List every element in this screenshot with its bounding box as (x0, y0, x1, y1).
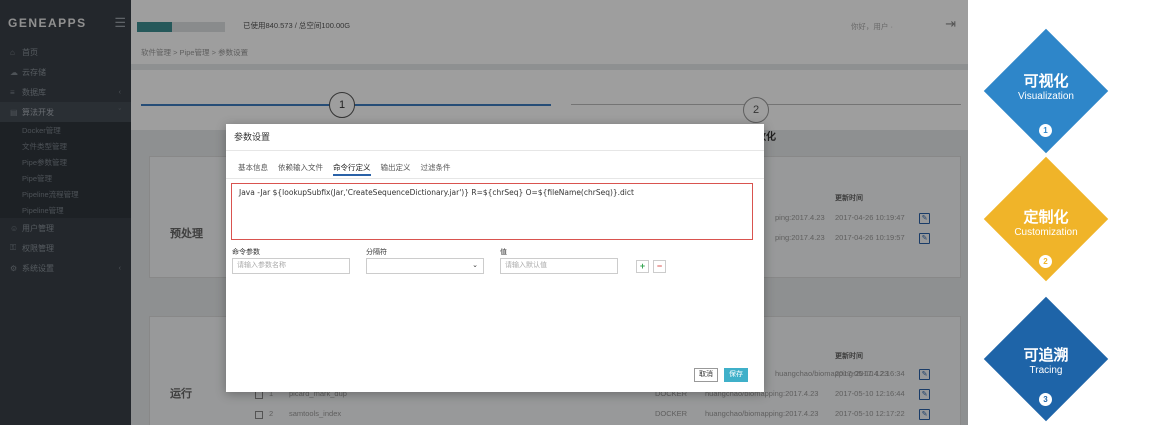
divider (226, 178, 764, 179)
feature-title: 定制化 (1023, 208, 1069, 226)
feature-customization: 定制化 Customization (986, 206, 1106, 238)
param-name-label: 命令参数 (232, 249, 260, 256)
divider (226, 150, 764, 151)
feature-number: 2 (1039, 255, 1052, 268)
tab-basic-info[interactable]: 基本信息 (238, 162, 268, 176)
remove-param-button[interactable]: − (653, 260, 666, 273)
feature-title: 可视化 (1023, 72, 1069, 90)
add-param-button[interactable]: + (636, 260, 649, 273)
dialog-tabs: 基本信息 依赖输入文件 命令行定义 输出定义 过滤条件 (238, 162, 451, 176)
feature-subtitle: Visualization (1018, 91, 1074, 102)
feature-number: 3 (1039, 393, 1052, 406)
feature-subtitle: Tracing (1029, 365, 1063, 376)
app-window: GENEAPPS ☰ ⌂ 首页 ☁ 云存储 ≡ 数据库 ‹ ▤ 算法开发 ˇ Docker管… (0, 0, 968, 425)
feature-visualization: 可视化 Visualization (986, 70, 1106, 102)
tab-output[interactable]: 输出定义 (381, 162, 411, 176)
feature-subtitle: Customization (1014, 227, 1078, 238)
separator-select[interactable]: ⌄ (366, 258, 484, 274)
feature-number: 1 (1039, 124, 1052, 137)
value-input[interactable]: 请输入默认值 (500, 258, 618, 274)
tab-filter[interactable]: 过滤条件 (421, 162, 451, 176)
value-label: 值 (500, 249, 507, 256)
param-name-input[interactable]: 请输入参数名称 (232, 258, 350, 274)
dialog-title: 参数设置 (234, 132, 271, 142)
feature-tracing: 可追溯 Tracing (986, 344, 1106, 376)
param-settings-dialog: 参数设置 基本信息 依赖输入文件 命令行定义 输出定义 过滤条件 Java -J… (226, 124, 764, 392)
cancel-button[interactable]: 取消 (694, 368, 718, 382)
feature-title: 可追溯 (1023, 346, 1069, 364)
command-textarea[interactable]: Java -Jar ${lookupSubfix(Jar,'CreateSequ… (231, 183, 753, 240)
command-text: Java -Jar ${lookupSubfix(Jar,'CreateSequ… (239, 188, 634, 197)
tab-input-files[interactable]: 依赖输入文件 (278, 162, 323, 176)
chevron-down-icon: ⌄ (472, 262, 478, 269)
save-button[interactable]: 保存 (724, 368, 748, 382)
tab-command-line[interactable]: 命令行定义 (333, 162, 371, 176)
separator-label: 分隔符 (366, 249, 387, 256)
